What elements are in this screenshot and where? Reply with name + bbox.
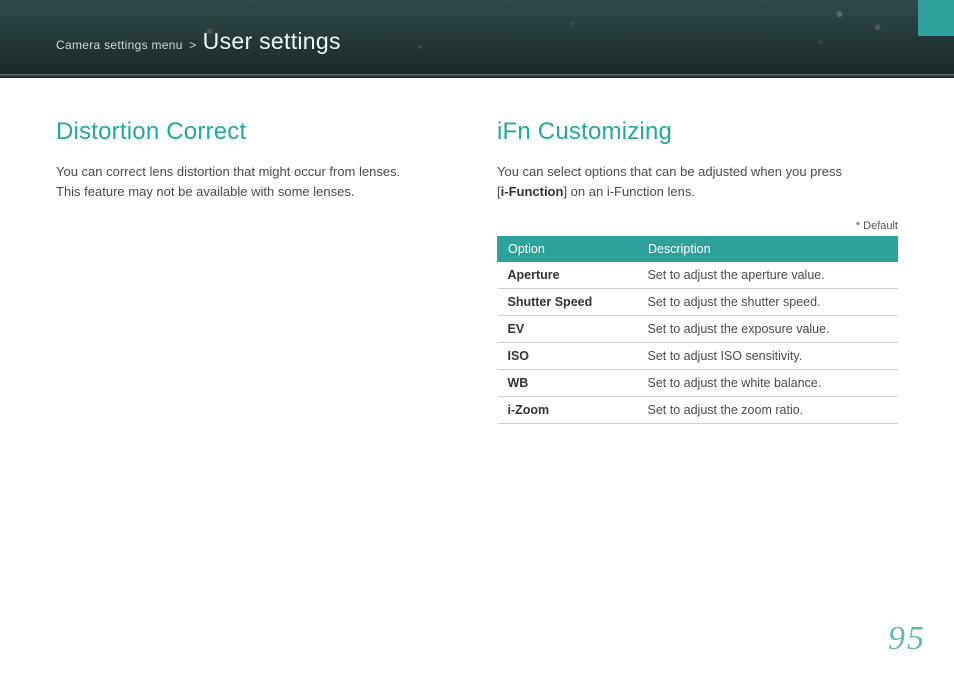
section-title-distortion: Distortion Correct — [56, 118, 457, 146]
option-desc: Set to adjust ISO sensitivity. — [638, 343, 898, 370]
ifn-options-table: Option Description Aperture Set to adjus… — [497, 236, 898, 424]
breadcrumb-sep: > — [189, 38, 196, 52]
header-bottom-edge — [0, 74, 954, 78]
option-desc: Set to adjust the shutter speed. — [638, 289, 898, 316]
option-desc: Set to adjust the exposure value. — [638, 316, 898, 343]
table-head-option: Option — [498, 237, 638, 262]
option-name: EV — [498, 316, 638, 343]
table-row: WB Set to adjust the white balance. — [498, 370, 898, 397]
option-desc: Set to adjust the aperture value. — [638, 262, 898, 289]
ifn-text-a: You can select options that can be adjus… — [497, 164, 842, 179]
table-row: ISO Set to adjust ISO sensitivity. — [498, 343, 898, 370]
table-row: Shutter Speed Set to adjust the shutter … — [498, 289, 898, 316]
option-desc: Set to adjust the white balance. — [638, 370, 898, 397]
default-note: * Default — [497, 220, 898, 232]
option-name: Shutter Speed — [498, 289, 638, 316]
breadcrumb-title: User settings — [203, 28, 341, 54]
ifn-paragraph: You can select options that can be adjus… — [497, 162, 898, 202]
ifn-text-bracket-close: ] on an i-Function lens. — [563, 184, 695, 199]
ifn-text-bold: i-Function — [501, 184, 564, 199]
content-area: Distortion Correct You can correct lens … — [0, 78, 954, 424]
header-banner: Camera settings menu > User settings — [0, 0, 954, 78]
table-row: EV Set to adjust the exposure value. — [498, 316, 898, 343]
option-name: i-Zoom — [498, 397, 638, 424]
table-row: Aperture Set to adjust the aperture valu… — [498, 262, 898, 289]
option-name: ISO — [498, 343, 638, 370]
column-right: iFn Customizing You can select options t… — [497, 118, 898, 424]
option-name: Aperture — [498, 262, 638, 289]
distortion-paragraph-2: This feature may not be available with s… — [56, 182, 457, 202]
distortion-paragraph-1: You can correct lens distortion that mig… — [56, 162, 457, 182]
option-desc: Set to adjust the zoom ratio. — [638, 397, 898, 424]
header-accent-tab — [918, 0, 954, 36]
section-title-ifn: iFn Customizing — [497, 118, 898, 146]
table-head-description: Description — [638, 237, 898, 262]
breadcrumb-prefix: Camera settings menu — [56, 38, 183, 52]
option-name: WB — [498, 370, 638, 397]
breadcrumb: Camera settings menu > User settings — [56, 28, 341, 55]
column-left: Distortion Correct You can correct lens … — [56, 118, 457, 424]
table-row: i-Zoom Set to adjust the zoom ratio. — [498, 397, 898, 424]
page-number: 95 — [888, 620, 926, 658]
